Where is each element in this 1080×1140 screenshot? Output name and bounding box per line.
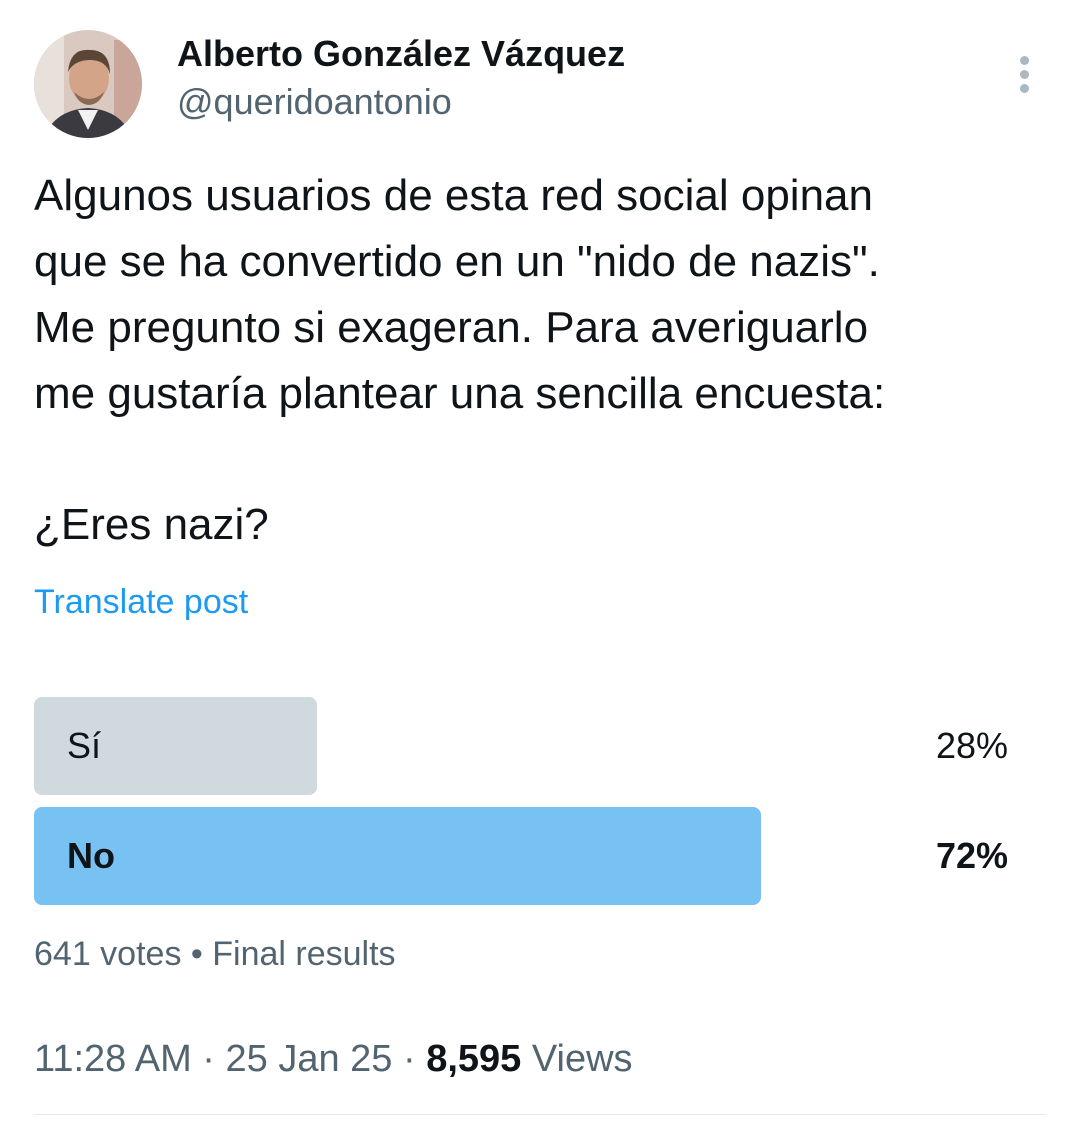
tweet-text-line: me gustaría plantear una sencilla encues… (34, 369, 886, 418)
tweet-time[interactable]: 11:28 AM (34, 1038, 192, 1080)
meta-dot: · (403, 1038, 416, 1080)
poll-option-percent: 72% (935, 835, 1008, 876)
poll-option-si: Sí 28% (34, 697, 1008, 795)
views-label: Views (531, 1038, 633, 1080)
meta-dot: · (202, 1038, 215, 1080)
more-icon[interactable] (1008, 50, 1042, 96)
more-icon-dot (1020, 84, 1029, 93)
tweet-timestamp: 11:28 AM · 25 Jan 25 · 8,595 Views (34, 1034, 633, 1084)
avatar[interactable] (34, 30, 142, 138)
poll-votes: 641 votes (34, 935, 182, 973)
poll-option-no: No 72% (34, 807, 1008, 905)
poll-option-bar (34, 807, 761, 905)
tweet-date[interactable]: 25 Jan 25 (226, 1038, 393, 1080)
more-icon-dot (1020, 70, 1029, 79)
poll-meta-separator: • (190, 935, 203, 973)
poll-option-percent: 28% (935, 725, 1008, 766)
poll-status: Final results (212, 935, 396, 973)
poll-option-label: Sí (67, 725, 102, 766)
translate-post-link[interactable]: Translate post (34, 580, 248, 624)
poll-meta: 641 votes • Final results (34, 932, 396, 976)
tweet-text: Algunos usuarios de esta red social opin… (34, 163, 1044, 427)
tweet-question: ¿Eres nazi? (34, 500, 269, 549)
poll-option-label: No (67, 835, 115, 876)
author-display-name[interactable]: Alberto González Vázquez (177, 32, 625, 76)
author-handle[interactable]: @queridoantonio (177, 80, 452, 124)
tweet-text-line: que se ha convertido en un "nido de nazi… (34, 237, 880, 286)
more-icon-dot (1020, 56, 1029, 65)
tweet-text-line: Me pregunto si exageran. Para averiguarl… (34, 303, 869, 352)
divider (34, 1114, 1046, 1115)
tweet-text-line: Algunos usuarios de esta red social opin… (34, 171, 873, 220)
views-count: 8,595 (426, 1038, 522, 1080)
avatar-photo (34, 30, 142, 138)
